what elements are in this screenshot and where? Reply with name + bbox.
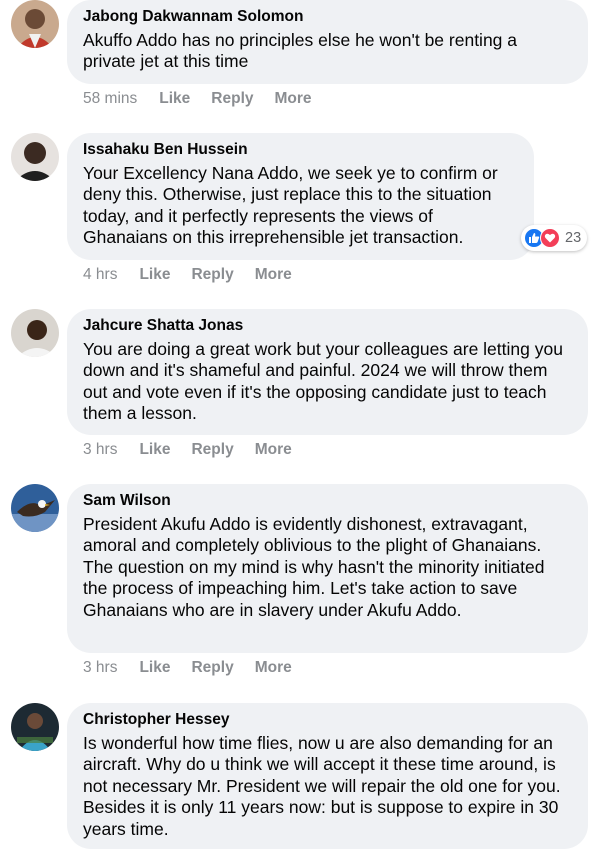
- avatar[interactable]: [11, 0, 59, 48]
- comment-text: You are doing a great work but your coll…: [83, 339, 563, 424]
- more-button[interactable]: More: [255, 659, 292, 677]
- reaction-count: 23: [565, 230, 582, 246]
- reactions-summary[interactable]: 23: [521, 225, 588, 251]
- avatar[interactable]: [11, 703, 59, 751]
- comment-bubble: Jahcure Shatta Jonas You are doing a gre…: [67, 309, 588, 435]
- more-button[interactable]: More: [275, 90, 312, 108]
- avatar[interactable]: [11, 133, 59, 181]
- reply-button[interactable]: Reply: [191, 659, 233, 677]
- avatar[interactable]: [11, 309, 59, 357]
- comment-actions: 58 mins Like Reply More: [83, 90, 333, 108]
- comment-author[interactable]: Sam Wilson: [83, 492, 572, 510]
- comment-timestamp[interactable]: 3 hrs: [83, 441, 117, 459]
- comment-bubble: Sam Wilson President Akufu Addo is evide…: [67, 484, 588, 653]
- more-button[interactable]: More: [255, 266, 292, 284]
- comment-bubble: Issahaku Ben Hussein Your Excellency Nan…: [67, 133, 534, 260]
- reply-button[interactable]: Reply: [191, 266, 233, 284]
- comment-bubble: Christopher Hessey Is wonderful how time…: [67, 703, 588, 849]
- like-button[interactable]: Like: [159, 90, 190, 108]
- comment-timestamp[interactable]: 4 hrs: [83, 266, 117, 284]
- comment-actions: 3 hrs Like Reply More: [83, 659, 313, 677]
- avatar[interactable]: [11, 484, 59, 532]
- love-icon: [540, 228, 560, 248]
- comment-author[interactable]: Jahcure Shatta Jonas: [83, 317, 572, 335]
- comment-text: Your Excellency Nana Addo, we seek ye to…: [83, 163, 498, 248]
- comment-timestamp[interactable]: 58 mins: [83, 90, 137, 108]
- comment-timestamp[interactable]: 3 hrs: [83, 659, 117, 677]
- comment-actions: 3 hrs Like Reply More: [83, 441, 313, 459]
- reply-button[interactable]: Reply: [191, 441, 233, 459]
- comment-bubble: Jabong Dakwannam Solomon Akuffo Addo has…: [67, 0, 588, 84]
- like-button[interactable]: Like: [139, 659, 170, 677]
- comment-text: President Akufu Addo is evidently dishon…: [83, 514, 545, 620]
- comment-author[interactable]: Issahaku Ben Hussein: [83, 141, 518, 159]
- comment-author[interactable]: Jabong Dakwannam Solomon: [83, 8, 572, 26]
- comment-author[interactable]: Christopher Hessey: [83, 711, 572, 729]
- more-button[interactable]: More: [255, 441, 292, 459]
- comment-text: Akuffo Addo has no principles else he wo…: [83, 30, 518, 72]
- like-button[interactable]: Like: [139, 266, 170, 284]
- like-button[interactable]: Like: [139, 441, 170, 459]
- comment-actions: 4 hrs Like Reply More: [83, 266, 313, 284]
- reply-button[interactable]: Reply: [211, 90, 253, 108]
- comment-text: Is wonderful how time flies, now u are a…: [83, 733, 561, 839]
